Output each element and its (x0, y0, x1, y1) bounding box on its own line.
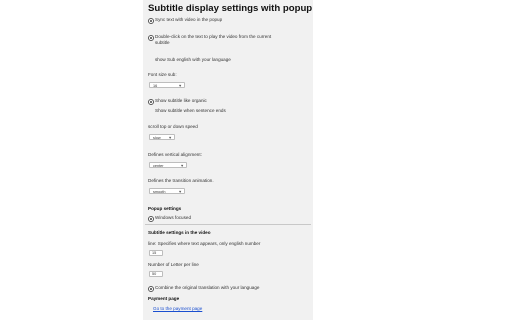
vertical-alignment-label: Defines vertical alignment: (148, 152, 202, 157)
double-click-label-line2: subtitle (155, 40, 170, 45)
windows-focused-radio[interactable] (148, 216, 154, 222)
chevron-down-icon: ▼ (178, 190, 182, 194)
combine-radio[interactable] (148, 286, 154, 292)
line-label: line: Specifies where text appears, only… (148, 241, 261, 246)
vertical-alignment-value: center (153, 164, 164, 168)
settings-panel (143, 0, 313, 320)
chevron-down-icon: ▼ (180, 164, 184, 168)
divider (145, 224, 311, 225)
transition-label: Defines the transition animation. (148, 178, 214, 183)
font-size-select[interactable]: 16 ▼ (149, 82, 185, 88)
double-click-label-line1: Double-click on the text to play the vid… (155, 34, 272, 39)
sync-text-radio[interactable] (148, 18, 154, 24)
windows-focused-label: Windows focused (155, 215, 192, 220)
payment-link[interactable]: Go to the payment page (153, 306, 202, 312)
scroll-speed-label: scroll top or down speed (148, 124, 198, 129)
payment-heading: Payment page (148, 296, 180, 301)
double-click-radio[interactable] (148, 35, 154, 41)
scroll-speed-value: slow (153, 136, 161, 140)
sentence-end-label[interactable]: Show subtitle when sentence ends (155, 108, 226, 114)
chevron-down-icon: ▼ (178, 84, 182, 88)
combine-label: Combine the original translation with yo… (155, 285, 260, 290)
vertical-alignment-select[interactable]: center ▼ (149, 162, 187, 168)
line-input[interactable]: 15 (149, 250, 163, 256)
transition-select[interactable]: smooth ▼ (149, 188, 185, 194)
organic-radio[interactable] (148, 99, 154, 105)
font-size-label: Font size sub: (148, 72, 177, 77)
popup-settings-heading: Popup settings (148, 206, 182, 211)
sync-text-label: Sync text with video in the popup (155, 17, 223, 22)
letters-per-line-input[interactable]: 50 (149, 271, 163, 277)
transition-value: smooth (153, 190, 166, 194)
font-size-value: 16 (153, 84, 158, 88)
scroll-speed-select[interactable]: slow ▼ (149, 134, 175, 140)
page-title: Subtitle display settings with popup (148, 3, 313, 14)
video-subtitle-heading: Subtitle settings in the video (148, 230, 211, 235)
chevron-down-icon: ▼ (168, 136, 172, 140)
letters-per-line-label: Number of Letter per line (148, 262, 199, 267)
organic-label: Show subtitle like organic (155, 98, 207, 103)
show-sub-english-label[interactable]: show Sub english with your language (155, 57, 231, 63)
